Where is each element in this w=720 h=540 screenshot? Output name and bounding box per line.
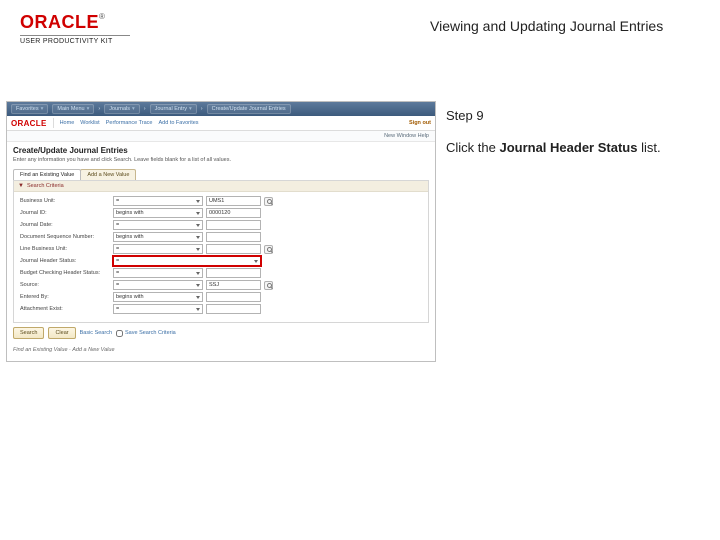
app-page-title: Create/Update Journal Entries (13, 146, 429, 155)
lookup-icon[interactable] (264, 197, 273, 206)
op-journal-id[interactable]: begins with (113, 208, 203, 218)
label-source: Source: (20, 282, 110, 288)
input-budget-status[interactable] (206, 268, 261, 278)
save-checkbox[interactable] (116, 330, 123, 337)
app-screenshot: Favorites▾ Main Menu▾ › Journals▾ › Jour… (6, 101, 436, 362)
op-source[interactable]: = (113, 280, 203, 290)
tab-find-existing[interactable]: Find an Existing Value (13, 169, 81, 180)
label-journal-id: Journal ID: (20, 210, 110, 216)
label-journal-header-status: Journal Header Status: (20, 258, 110, 264)
app-oracle-logo: ORACLE (11, 119, 47, 128)
app-userbar: New Window Help (7, 131, 435, 142)
app-breadcrumb-bar: Favorites▾ Main Menu▾ › Journals▾ › Jour… (7, 102, 435, 116)
page-title: Viewing and Updating Journal Entries (430, 18, 700, 34)
crumb-sep: › (201, 106, 203, 112)
input-line-bu[interactable] (206, 244, 261, 254)
search-criteria: Business Unit: = UMS1 Journal ID: begins… (14, 192, 428, 322)
select-journal-header-status[interactable]: = (113, 256, 261, 266)
crumb-sep: › (98, 106, 100, 112)
instruction-text: Click the Journal Header Status list. (446, 139, 700, 157)
input-journal-date[interactable] (206, 220, 261, 230)
app-toolbar: ORACLE Home Worklist Performance Trace A… (7, 116, 435, 131)
link-signout[interactable]: Sign out (409, 120, 431, 126)
label-journal-date: Journal Date: (20, 222, 110, 228)
op-attachment[interactable]: = (113, 304, 203, 314)
op-entered-by[interactable]: begins with (113, 292, 203, 302)
input-journal-id[interactable]: 0000120 (206, 208, 261, 218)
lookup-icon[interactable] (264, 281, 273, 290)
crumb-sep: › (144, 106, 146, 112)
oracle-tm: ® (99, 12, 105, 21)
panel-search-criteria-head[interactable]: ▼ Search Criteria (14, 181, 428, 192)
crumb-journals[interactable]: Journals▾ (104, 104, 140, 114)
app-footer-note: Find an Existing Value · Add a New Value (7, 343, 435, 361)
input-doc-seq[interactable] (206, 232, 261, 242)
link-worklist[interactable]: Worklist (80, 120, 99, 126)
app-page-desc: Enter any information you have and click… (13, 157, 429, 163)
label-attachment: Attachment Exist: (20, 306, 110, 312)
input-attachment[interactable] (206, 304, 261, 314)
label-business-unit: Business Unit: (20, 198, 110, 204)
tab-add-new[interactable]: Add a New Value (80, 169, 136, 180)
op-budget-status[interactable]: = (113, 268, 203, 278)
input-business-unit[interactable]: UMS1 (206, 196, 261, 206)
lookup-icon[interactable] (264, 245, 273, 254)
panel-title: Search Criteria (27, 183, 64, 189)
input-source[interactable]: SSJ (206, 280, 261, 290)
op-journal-date[interactable]: = (113, 220, 203, 230)
link-add-fav[interactable]: Add to Favorites (159, 120, 199, 126)
label-doc-seq: Document Sequence Number: (20, 234, 110, 240)
op-line-bu[interactable]: = (113, 244, 203, 254)
upk-subtitle: USER PRODUCTIVITY KIT (20, 35, 130, 45)
crumb-create-update[interactable]: Create/Update Journal Entries (207, 104, 291, 114)
step-label: Step 9 (446, 107, 700, 125)
basic-search-link[interactable]: Basic Search (80, 330, 112, 336)
op-doc-seq[interactable]: begins with (113, 232, 203, 242)
link-home[interactable]: Home (60, 120, 75, 126)
crumb-main-menu[interactable]: Main Menu▾ (52, 104, 94, 114)
link-perf-trace[interactable]: Performance Trace (106, 120, 153, 126)
search-button[interactable]: Search (13, 327, 44, 339)
crumb-journal-entry[interactable]: Journal Entry▾ (150, 104, 197, 114)
input-entered-by[interactable] (206, 292, 261, 302)
label-budget-status: Budget Checking Header Status: (20, 270, 110, 276)
label-line-bu: Line Business Unit: (20, 246, 110, 252)
label-entered-by: Entered By: (20, 294, 110, 300)
chevron-down-icon: ▼ (18, 183, 24, 189)
save-search-criteria[interactable]: Save Search Criteria (116, 330, 176, 337)
clear-button[interactable]: Clear (48, 327, 75, 339)
oracle-logo: ORACLE (20, 12, 99, 32)
crumb-favorites[interactable]: Favorites▾ (11, 104, 48, 114)
op-business-unit[interactable]: = (113, 196, 203, 206)
